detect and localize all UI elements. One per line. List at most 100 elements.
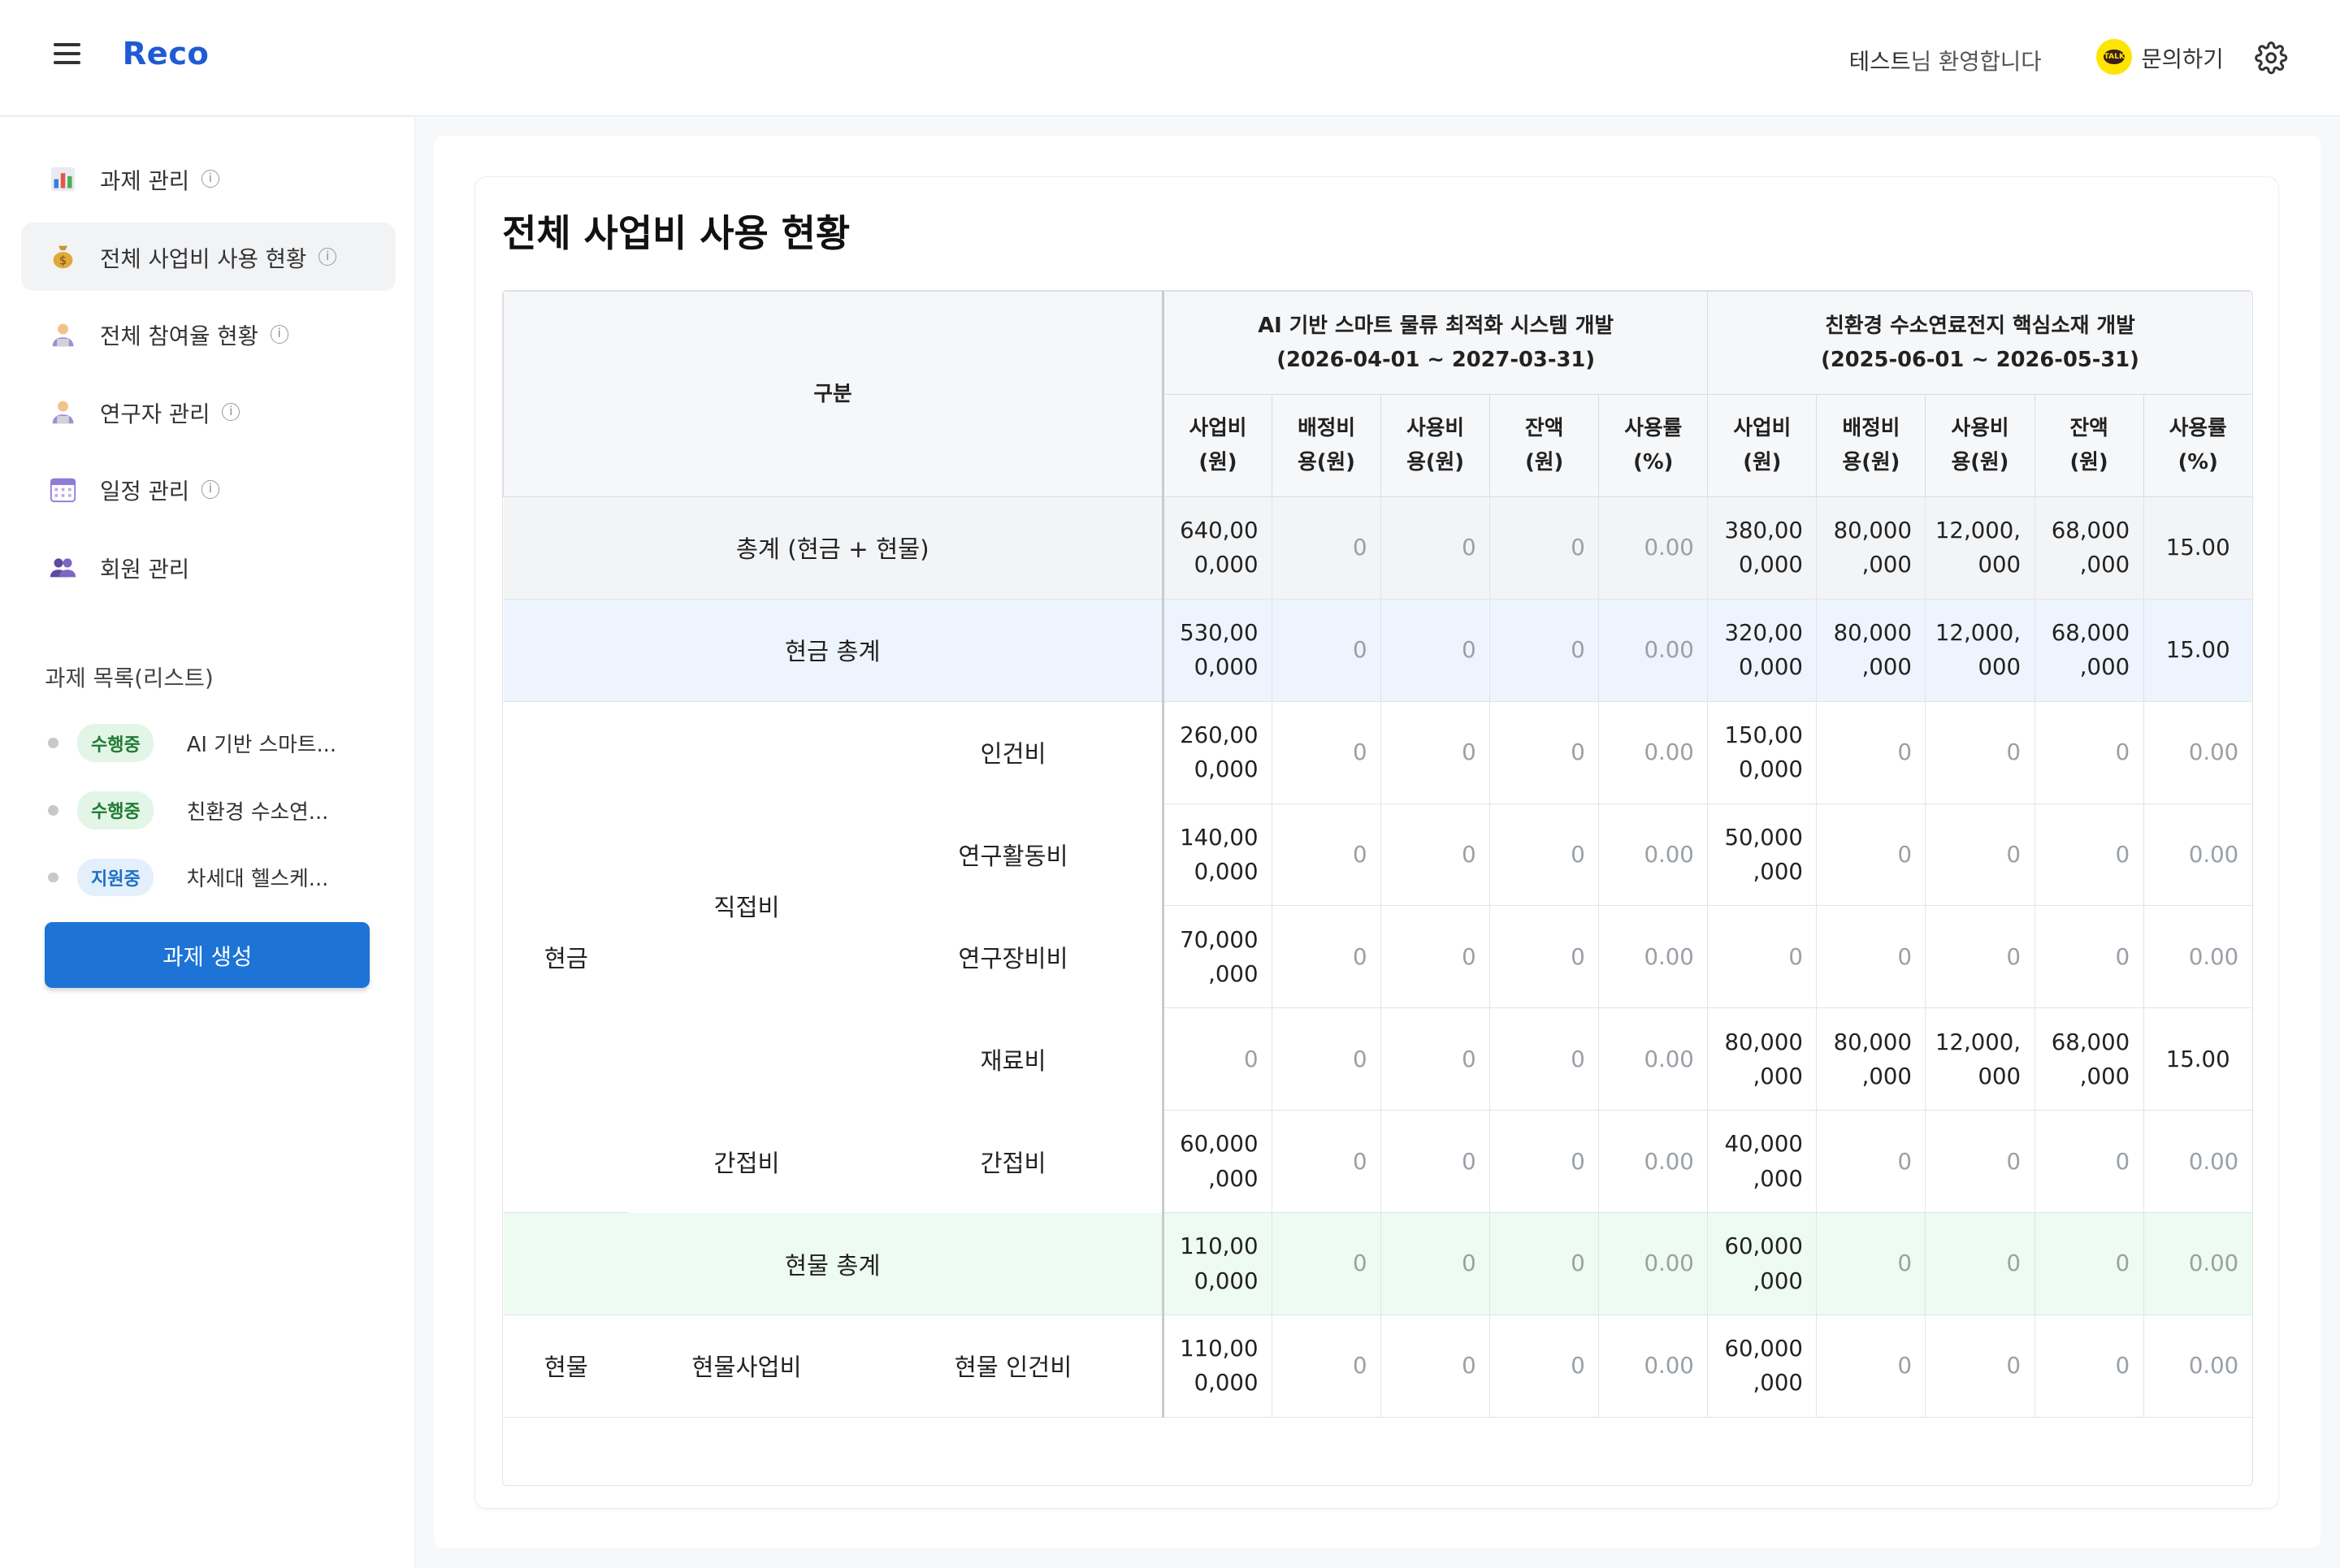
- info-icon[interactable]: i: [270, 325, 288, 344]
- table-cell: 0: [1816, 1212, 1926, 1316]
- row-label: 직접비: [713, 894, 780, 922]
- project-list-item[interactable]: 지원중 차세대 헬스케...: [45, 855, 373, 899]
- cell-line: 0,000: [1739, 756, 1803, 783]
- table-cell: 80,000 ,000: [1707, 1007, 1818, 1111]
- table-cell: 0.00: [2143, 1212, 2252, 1316]
- table-cell: 0: [1272, 905, 1382, 1009]
- row-label: 인건비: [980, 740, 1046, 769]
- kakao-talk-icon: TALK: [2096, 38, 2133, 75]
- column-header-line: 용(원): [1298, 450, 1355, 475]
- table-cell: 150,00 0,000: [1707, 701, 1818, 804]
- sidebar-item-schedule[interactable]: 일정 관리 i: [21, 455, 396, 523]
- cell-line: 150,00: [1724, 721, 1803, 748]
- cell-line: 000: [1978, 1063, 2022, 1089]
- sidebar-item-participation[interactable]: 전체 참여율 현황 i: [21, 300, 396, 368]
- sidebar-item-budget-usage[interactable]: $ 전체 사업비 사용 현황 i: [20, 222, 396, 292]
- researcher-icon: [48, 397, 78, 427]
- cell-line: 000: [1978, 654, 2022, 681]
- table-cell: 0: [1925, 701, 2035, 804]
- hamburger-menu-icon[interactable]: [54, 43, 81, 70]
- column-header: 사업비 (원): [1707, 394, 1818, 497]
- table-row: 간접비 간접비 60,000,000 0 0 0 0.00 40,000,000 0 0 0 0.…: [504, 1110, 2252, 1214]
- info-icon[interactable]: i: [201, 480, 220, 499]
- table-cell: 0: [1489, 1110, 1600, 1214]
- column-header-line: 사용률: [1624, 416, 1683, 441]
- table-cell: 80,000 ,000: [1816, 496, 1926, 600]
- table-cell: 0: [1380, 496, 1491, 600]
- budget-table-container: 구분 AI 기반 스마트 물류 최적화 시스템 개발 (2026-04-01 ~…: [502, 290, 2253, 1486]
- cell-line: ,000: [2079, 1063, 2130, 1089]
- project-period: (2025-06-01 ~ 2026-05-31): [1821, 348, 2139, 373]
- cell-line: 68,000: [2051, 1029, 2130, 1055]
- column-header-line: (원): [2069, 450, 2108, 475]
- info-icon[interactable]: i: [222, 402, 240, 422]
- table-cell: 0: [1816, 1110, 1926, 1214]
- cell-line: ,000: [1753, 1267, 1803, 1294]
- table-cell: 60,000 ,000: [1161, 1110, 1272, 1214]
- column-header-line: 잔액: [1525, 416, 1564, 441]
- table-cell: 0.00: [2143, 803, 2252, 907]
- contact-button[interactable]: TALK 문의하기: [2096, 38, 2224, 75]
- table-cell: 0: [1816, 905, 1926, 1009]
- table-cell: 0: [1489, 905, 1600, 1009]
- create-project-button[interactable]: 과제 생성: [45, 922, 370, 988]
- column-header-line: 사업비: [1733, 416, 1792, 441]
- app-logo[interactable]: Reco: [123, 36, 210, 72]
- cell-line: 260,00: [1180, 721, 1259, 748]
- table-cell: 15.00: [2143, 1007, 2252, 1111]
- table-cell: 68,000 ,000: [2034, 1007, 2144, 1111]
- table-cell: 0: [2034, 1110, 2144, 1214]
- cell-line: 80,000: [1833, 518, 1912, 544]
- table-cell: 380,00 0,000: [1707, 496, 1818, 600]
- cell-line: 80,000: [1724, 1029, 1803, 1055]
- row-label: 현물사업비: [628, 1315, 865, 1418]
- sidebar-item-label: 일정 관리: [100, 479, 190, 505]
- table-cell: 0: [1489, 701, 1600, 804]
- cell-line: 12,000,: [1935, 518, 2022, 544]
- sidebar-item-member-management[interactable]: 회원 관리: [21, 533, 396, 601]
- status-badge: 수행중: [77, 790, 154, 829]
- table-cell: 0: [1925, 1110, 2035, 1214]
- table-cell: 0.00: [1598, 905, 1709, 1009]
- info-icon[interactable]: i: [201, 170, 220, 188]
- project-name: AI 기반 스마트 물류 최적화 시스템 개발: [1258, 313, 1614, 338]
- table-cell: 0: [1816, 1315, 1926, 1418]
- table-cell: 110,00 0,000: [1161, 1212, 1272, 1316]
- sidebar-item-project-management[interactable]: 과제 관리 i: [21, 145, 396, 213]
- project-list-item[interactable]: 수행중 친환경 수소연...: [45, 788, 373, 833]
- table-cell: 0.00: [1598, 1212, 1709, 1316]
- column-header-line: 사용비: [1951, 416, 2009, 441]
- column-header-line: (원): [1525, 450, 1564, 475]
- cell-line: ,000: [2079, 552, 2130, 578]
- project-list-item[interactable]: 수행중 AI 기반 스마트...: [45, 721, 373, 765]
- table-cell: 0: [1272, 1110, 1382, 1214]
- table-cell: 530,00 0,000: [1161, 599, 1272, 702]
- row-label: 연구활동비: [958, 842, 1068, 870]
- table-cell: 0: [1272, 496, 1382, 600]
- column-header-line: 배정비: [1298, 416, 1356, 441]
- table-cell: 0: [1925, 1212, 2035, 1316]
- column-header: 사업비 (원): [1161, 394, 1272, 497]
- column-header: 배정비용(원): [1272, 394, 1382, 497]
- column-header-line: 잔액: [2069, 416, 2108, 441]
- column-header-line: 사업비: [1189, 416, 1247, 441]
- gear-icon[interactable]: [2255, 41, 2288, 75]
- table-cell: 15.00: [2143, 599, 2252, 702]
- table-cell: 0: [1925, 803, 2035, 907]
- table-cell: 0: [1489, 1007, 1600, 1111]
- cell-line: 0,000: [1194, 859, 1259, 885]
- cell-line: 0,000: [1194, 552, 1259, 578]
- table-cell: 640,00 0,000: [1161, 496, 1272, 600]
- table-cell: 0.00: [1598, 803, 1709, 907]
- sidebar-item-researcher-management[interactable]: 연구자 관리 i: [21, 378, 396, 446]
- cell-line: ,000: [1753, 1165, 1803, 1192]
- project-name: 친환경 수소연...: [186, 799, 329, 825]
- info-icon[interactable]: i: [318, 247, 337, 266]
- table-cell: 0: [1380, 701, 1491, 804]
- table-cell: 0: [2034, 1212, 2144, 1316]
- sidebar-item-label: 전체 참여율 현황: [100, 323, 258, 350]
- table-cell: 0: [1816, 701, 1926, 804]
- column-header-line: 사용비: [1406, 416, 1465, 441]
- table-cell: 140,00 0,000: [1161, 803, 1272, 907]
- project-period: (2026-04-01 ~ 2027-03-31): [1276, 348, 1595, 373]
